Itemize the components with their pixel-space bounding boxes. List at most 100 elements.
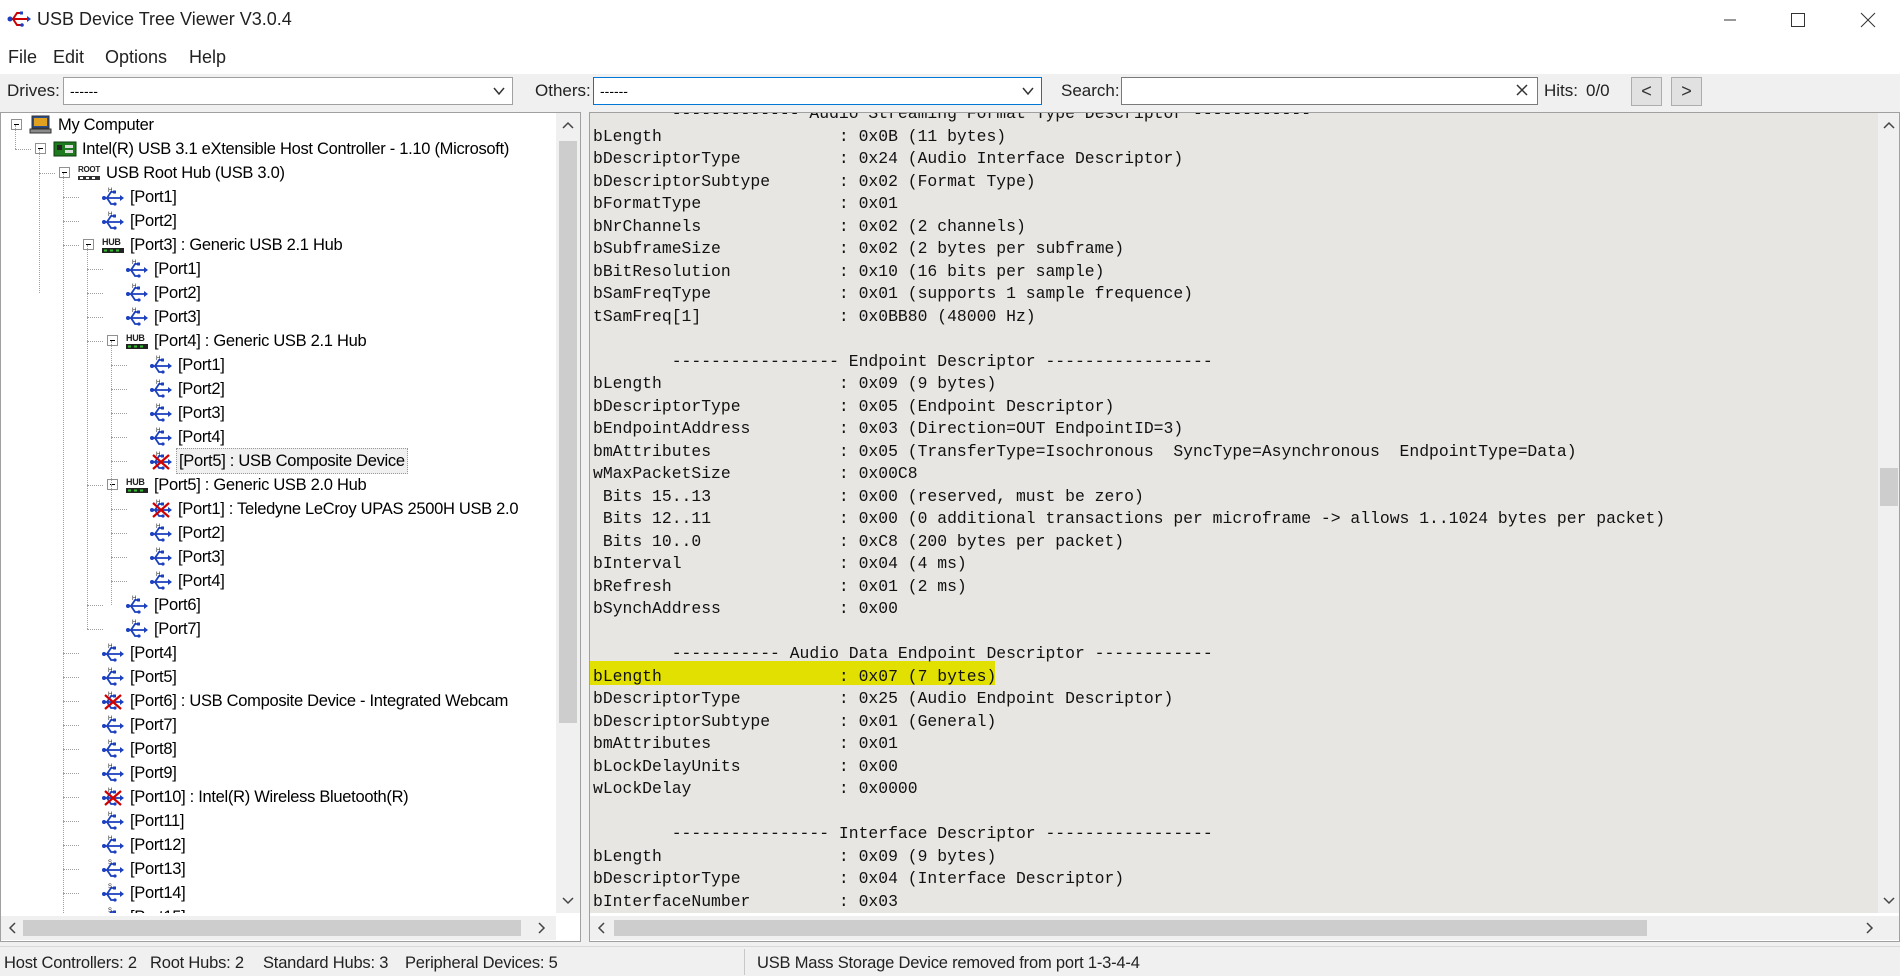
others-dropdown[interactable]: ------ [593,77,1042,105]
clear-search-icon[interactable] [1515,83,1529,97]
tree-connector [87,269,103,270]
tree-guide-line [39,149,40,293]
tree-node[interactable]: H [Port1] : Teledyne LeCroy UPAS 2500H US… [149,497,520,521]
svg-text:H: H [108,764,112,770]
tree-connector [87,605,103,606]
usb-device-icon: H [149,499,176,519]
svg-text:H: H [108,836,112,842]
descriptor-line: bLength : 0x0B (11 bytes) [593,126,1007,146]
descriptor-text[interactable]: ------------- Audio Streaming Format Typ… [590,113,1878,913]
tree-node[interactable]: S [Port14] [101,881,187,905]
tree-node[interactable]: H [Port2] [101,209,179,233]
tree-node-label: [Port4] : Generic USB 2.1 Hub [154,332,367,350]
scroll-right-icon[interactable] [534,920,550,936]
tree-node[interactable]: H [Port8] [101,737,179,761]
svg-text:ROOT: ROOT [78,165,100,174]
menu-file[interactable]: File [8,47,37,68]
tree-node[interactable]: H [Port2] [149,521,227,545]
tree-node[interactable]: S [Port13] [101,857,187,881]
collapse-toggle-icon[interactable] [83,239,94,250]
tree-horizontal-scrollbar[interactable] [1,916,556,940]
close-button[interactable] [1833,0,1900,40]
menu-bar: File Edit Options Help [0,40,1900,74]
scroll-down-icon[interactable] [560,893,576,909]
tree-node[interactable]: H [Port9] [101,761,179,785]
tree-node[interactable]: H [Port6] : USB Composite Device - Integr… [101,689,510,713]
tree-node[interactable]: H [Port2] [125,281,203,305]
collapse-toggle-icon[interactable] [59,167,70,178]
minimize-button[interactable] [1695,0,1765,40]
scroll-up-icon[interactable] [1881,117,1897,133]
usb-port-icon: H [125,283,152,303]
detail-horizontal-scrollbar[interactable] [590,916,1899,940]
usb-port-icon: H [101,211,128,231]
tree-vertical-scrollbar[interactable] [556,113,580,913]
tree-node[interactable]: H [Port1] [101,185,179,209]
search-input[interactable] [1121,77,1538,105]
maximize-button[interactable] [1763,0,1833,40]
tree-node[interactable]: H [Port1] [125,257,203,281]
tree-node[interactable]: My Computer [29,113,156,137]
collapse-toggle-icon[interactable] [11,119,22,130]
menu-help[interactable]: Help [189,47,226,68]
tree-node[interactable]: H [Port10] : Intel(R) Wireless Bluetooth(… [101,785,410,809]
tree-guide-line [111,485,112,581]
collapse-toggle-icon[interactable] [107,479,118,490]
tree-node[interactable]: H [Port5] [101,665,179,689]
tree-connector [111,557,127,558]
menu-edit[interactable]: Edit [53,47,84,68]
prev-hit-button[interactable]: < [1631,77,1662,106]
device-tree[interactable]: My Computer Intel(R) USB 3.1 eXtensible H… [1,113,556,913]
collapse-toggle-icon[interactable] [107,335,118,346]
scroll-left-icon[interactable] [4,920,20,936]
tree-node[interactable]: H [Port12] [101,833,187,857]
tree-node[interactable]: H [Port11] [101,809,186,833]
svg-text:H: H [156,380,160,386]
descriptor-line: ---------------- Interface Descriptor --… [593,824,1213,843]
tree-node[interactable]: H [Port1] [149,353,227,377]
detail-vertical-thumb[interactable] [1880,468,1898,506]
tree-node[interactable]: S [Port15] [101,905,187,913]
tree-node[interactable]: HUB [Port4] : Generic USB 2.1 Hub [125,329,368,353]
usb-port-icon: H [101,667,128,687]
tree-node[interactable]: HUB [Port3] : Generic USB 2.1 Hub [101,233,344,257]
others-value: ------ [600,83,628,99]
usb-port-icon: H [149,355,176,375]
tree-connector [63,221,79,222]
next-hit-button[interactable]: > [1671,77,1702,106]
tree-horizontal-thumb[interactable] [23,920,521,936]
tree-node[interactable]: H [Port3] [149,401,227,425]
tree-node[interactable]: Intel(R) USB 3.1 eXtensible Host Control… [53,137,511,161]
descriptor-line: bLength : 0x07 (7 bytes) [593,666,997,686]
collapse-toggle-icon[interactable] [35,143,46,154]
tree-connector [111,365,127,366]
tree-connector [111,437,127,438]
tree-node[interactable]: H [Port3] [149,545,227,569]
scroll-right-icon[interactable] [1862,920,1878,936]
scroll-left-icon[interactable] [593,920,609,936]
scroll-up-icon[interactable] [560,117,576,133]
svg-text:H: H [156,548,160,554]
tree-node[interactable]: H [Port7] [101,713,179,737]
tree-node[interactable]: H [Port6] [125,593,203,617]
tree-node[interactable]: H [Port5] : USB Composite Device [149,448,408,474]
drives-dropdown[interactable]: ------ [63,77,513,105]
tree-vertical-thumb[interactable] [559,141,577,723]
descriptor-line: bLockDelayUnits : 0x00 [593,756,898,776]
tree-node[interactable]: H [Port4] [149,569,227,593]
detail-vertical-scrollbar[interactable] [1878,113,1899,913]
tree-node[interactable]: H [Port7] [125,617,203,641]
scroll-down-icon[interactable] [1881,893,1897,909]
tree-node[interactable]: H [Port2] [149,377,227,401]
svg-text:H: H [108,716,112,722]
tree-node[interactable]: H [Port4] [101,641,179,665]
tree-node[interactable]: HUB [Port5] : Generic USB 2.0 Hub [125,473,368,497]
detail-horizontal-thumb[interactable] [614,920,1647,936]
tree-node-label: Intel(R) USB 3.1 eXtensible Host Control… [82,140,510,158]
tree-node[interactable]: H [Port3] [125,305,203,329]
svg-text:H: H [132,596,136,602]
tree-node[interactable]: ROOT USB Root Hub (USB 3.0) [77,161,287,185]
tree-connector [111,509,127,510]
menu-options[interactable]: Options [105,47,167,68]
tree-node[interactable]: H [Port4] [149,425,227,449]
